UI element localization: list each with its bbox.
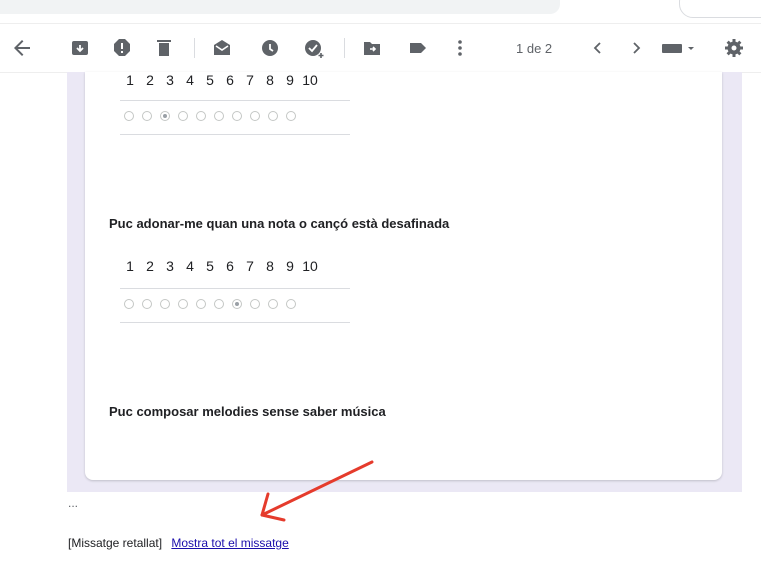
account-pill[interactable] [679, 0, 761, 18]
scale-radio[interactable] [268, 111, 278, 121]
back-arrow-icon[interactable] [10, 36, 34, 60]
scale-radio[interactable] [178, 111, 188, 121]
label-icon[interactable] [406, 36, 430, 60]
toolbar-separator [194, 38, 195, 58]
scale-radio-selected[interactable] [232, 299, 242, 309]
chevron-right-icon[interactable] [624, 36, 648, 60]
search-bar-edge[interactable] [0, 0, 560, 14]
scale-divider [120, 100, 350, 101]
scale-radio[interactable] [286, 299, 296, 309]
scale-radio[interactable] [124, 299, 134, 309]
clipped-label: [Missatge retallat] [68, 536, 163, 550]
report-spam-icon[interactable] [110, 36, 134, 60]
quoted-text-ellipsis[interactable]: ... [68, 496, 78, 510]
pager-count: 1 de 2 [516, 41, 553, 56]
move-to-icon[interactable] [360, 36, 384, 60]
scale-divider [120, 322, 350, 323]
snooze-icon[interactable] [258, 36, 282, 60]
scale-radio[interactable] [142, 299, 152, 309]
scale-radio[interactable] [250, 111, 260, 121]
scale-radio[interactable] [178, 299, 188, 309]
scale-radio-selected[interactable] [160, 111, 170, 121]
toolbar-separator [344, 38, 345, 58]
email-content-frame: 1 2 3 4 5 6 7 8 9 10 Puc adonar-me quan … [67, 72, 742, 492]
scale-radio[interactable] [232, 111, 242, 121]
scale-radio[interactable] [268, 299, 278, 309]
linear-scale-1: 1 2 3 4 5 6 7 8 9 10 [120, 72, 350, 135]
archive-icon[interactable] [68, 36, 92, 60]
scale-radio[interactable] [214, 111, 224, 121]
scale-radio[interactable] [214, 299, 224, 309]
linear-scale-2: 1 2 3 4 5 6 7 8 9 10 [120, 258, 350, 323]
message-toolbar: 1 de 2 [0, 23, 761, 73]
question-title: Puc composar melodies sense saber música [109, 404, 386, 419]
scale-numbers: 1 2 3 4 5 6 7 8 9 10 [126, 72, 318, 88]
delete-icon[interactable] [152, 36, 176, 60]
chevron-left-icon[interactable] [586, 36, 610, 60]
scale-radio[interactable] [250, 299, 260, 309]
add-to-tasks-icon[interactable] [302, 36, 326, 60]
keyboard-icon[interactable] [660, 36, 700, 60]
settings-gear-icon[interactable] [722, 36, 746, 60]
scale-radios [124, 299, 304, 309]
mark-unread-icon[interactable] [210, 36, 234, 60]
scale-radio[interactable] [286, 111, 296, 121]
scale-radio[interactable] [196, 299, 206, 309]
scale-radios [124, 111, 304, 121]
scale-radio[interactable] [160, 299, 170, 309]
scale-radio[interactable] [124, 111, 134, 121]
form-card: 1 2 3 4 5 6 7 8 9 10 Puc adonar-me quan … [85, 72, 722, 480]
scale-divider [120, 134, 350, 135]
top-strip [0, 0, 761, 22]
clipped-message-notice: [Missatge retallat] Mostra tot el missat… [68, 536, 289, 550]
scale-radio[interactable] [196, 111, 206, 121]
scale-radio[interactable] [142, 111, 152, 121]
scale-divider [120, 288, 350, 289]
show-full-message-link[interactable]: Mostra tot el missatge [171, 536, 288, 550]
scale-numbers: 1 2 3 4 5 6 7 8 9 10 [126, 258, 318, 274]
more-vert-icon[interactable] [448, 36, 472, 60]
question-title: Puc adonar-me quan una nota o cançó està… [109, 216, 450, 231]
